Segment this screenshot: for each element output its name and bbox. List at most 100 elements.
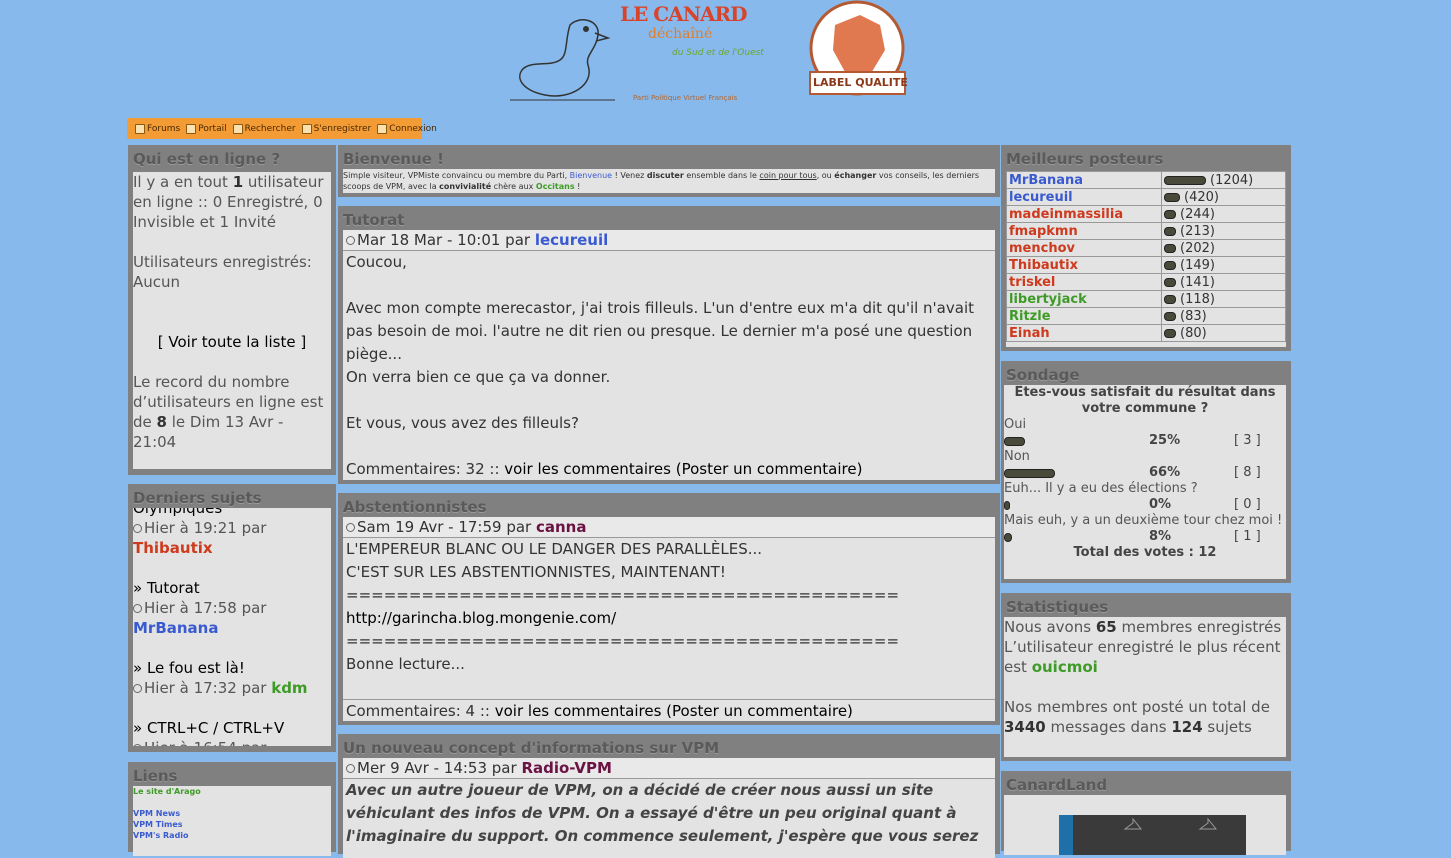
post-comment-link[interactable]: (Poster un commentaire) (676, 460, 863, 478)
poster-row: Ritzle (83) (1006, 307, 1286, 325)
canardland-title: CanardLand (1006, 776, 1108, 794)
top-posters-panel: Meilleurs posteurs MrBanana (1204) lecureu… (1001, 145, 1291, 351)
nav-forums[interactable]: Forums (135, 123, 180, 134)
nav-login[interactable]: Connexion (377, 123, 437, 134)
nav-portail[interactable]: Portail (186, 123, 227, 134)
stats-body: Nous avons 65 membres enregistrés L’util… (1004, 617, 1286, 757)
record-count: 8 (156, 413, 167, 431)
view-comments-link[interactable]: voir les commentaires (504, 460, 671, 478)
poll-question: Êtes-vous satisfait du résultat dans vot… (1014, 385, 1276, 416)
post-line (346, 676, 992, 699)
post-author[interactable]: Radio-VPM (521, 759, 612, 777)
post-meta: Mar 18 Mar - 10:01 par lecureuil (343, 230, 995, 251)
poster-bar-cell: (83) (1161, 307, 1286, 325)
poster-bar (1164, 175, 1206, 185)
clock-icon (346, 764, 355, 773)
poster-bar (1164, 260, 1176, 270)
poll-panel: Sondage Êtes-vous satisfait du résultat … (1001, 361, 1291, 583)
portal-icon (186, 123, 197, 134)
link-item[interactable]: VPM News (133, 808, 331, 819)
poster-row: Einah (80) (1006, 324, 1286, 342)
link-item[interactable]: VPM's Radio (133, 830, 331, 841)
clock-icon (346, 236, 355, 245)
nav-register[interactable]: S'enregistrer (301, 123, 371, 134)
topic-subject[interactable]: » Le fou est là! (133, 658, 331, 678)
welcome-text: Simple visiteur, VPMiste convaincu ou me… (343, 171, 570, 180)
poster-row: MrBanana (1204) (1006, 171, 1286, 189)
recent-topic-item: » Tutorat Hier à 17:58 par MrBanana (133, 558, 331, 638)
post-line[interactable]: http://garincha.blog.mongenie.com/ (346, 607, 992, 630)
canardland-image[interactable] (1059, 815, 1246, 855)
view-comments-link[interactable]: voir les commentaires (495, 702, 662, 720)
poll-percent: 8% (1149, 529, 1172, 544)
poster-bar (1164, 226, 1176, 236)
post-date: Mar 18 Mar - 10:01 par (357, 231, 535, 249)
topic-author[interactable]: MrBanana (133, 618, 331, 638)
poster-name-cell: libertyjack (1006, 290, 1162, 308)
poll-votes: [ 1 ] (1234, 529, 1261, 544)
post-comment-link[interactable]: (Poster un commentaire) (666, 702, 853, 720)
topic-subject[interactable]: » Tutorat (133, 578, 331, 598)
topic-meta: Hier à 17:32 par kdm (133, 678, 331, 698)
welcome-highlight: Occitans (535, 182, 575, 191)
poll-result-row: 0% [ 0 ] (1004, 497, 1286, 513)
poster-bar-cell: (213) (1161, 222, 1286, 240)
poll-option: Euh... Il y a eu des élections ? 0% [ 0 ] (1004, 481, 1286, 513)
comments-count: Commentaires: 4 :: (346, 702, 495, 720)
topic-author[interactable]: Thibautix (133, 538, 331, 558)
logo-region: du Sud et de l'Ouest (672, 48, 764, 58)
poster-name[interactable]: triskel (1009, 275, 1055, 290)
clock-icon (133, 524, 142, 533)
poll-result-row: 25% [ 3 ] (1004, 433, 1286, 449)
poster-bar-cell: (141) (1161, 273, 1286, 291)
welcome-highlight: Bienvenue (569, 171, 613, 180)
poster-bar (1164, 311, 1176, 321)
poster-bar (1164, 243, 1176, 253)
poster-name[interactable]: Einah (1009, 326, 1050, 341)
online-body: Il y a en tout 1 utilisateur en ligne ::… (133, 172, 331, 469)
post-line (346, 389, 992, 412)
poster-name[interactable]: lecureuil (1009, 190, 1073, 205)
clock-icon (346, 523, 355, 532)
online-title: Qui est en ligne ? (133, 150, 281, 168)
poster-count: (83) (1180, 308, 1207, 324)
poster-row: lecureuil (420) (1006, 188, 1286, 206)
poster-name[interactable]: libertyjack (1009, 292, 1087, 307)
link-item[interactable]: Le site d'Arago (133, 786, 331, 797)
poster-bar (1164, 277, 1176, 287)
coin-pour-tous-link[interactable]: coin pour tous (759, 171, 816, 180)
nav-label: Portail (198, 123, 227, 134)
topic-author[interactable]: kdm (271, 679, 307, 697)
poster-name[interactable]: Ritzle (1009, 309, 1051, 324)
poster-count: (1204) (1210, 172, 1254, 188)
poll-votes: [ 0 ] (1234, 497, 1261, 512)
logo-title: LE CANARD (620, 2, 747, 26)
post-author[interactable]: lecureuil (535, 231, 608, 249)
poster-name[interactable]: madeinmassilia (1009, 207, 1123, 222)
post-content: L'EMPEREUR BLANC OU LE DANGER DES PARALL… (343, 538, 995, 699)
poster-count: (141) (1180, 274, 1215, 290)
newest-member-link[interactable]: ouicmoi (1032, 658, 1098, 676)
poster-name[interactable]: MrBanana (1009, 173, 1083, 188)
poll-votes: [ 8 ] (1234, 465, 1261, 480)
clock-icon (133, 744, 142, 746)
topic-subject[interactable]: Olympiques (133, 508, 331, 518)
nav-rechercher[interactable]: Rechercher (232, 123, 296, 134)
poll-option-label: Mais euh, y a un deuxième tour chez moi … (1004, 513, 1283, 528)
poster-name[interactable]: menchov (1009, 241, 1075, 256)
post-line: Coucou, (346, 253, 407, 271)
post-body: Mar 18 Mar - 10:01 par lecureuil Coucou,… (343, 230, 995, 480)
hanger-icon (1198, 817, 1218, 830)
link-item (133, 797, 331, 808)
view-all-link[interactable]: [ Voir toute la liste ] (133, 332, 331, 352)
poll-option: Oui 25% [ 3 ] (1004, 417, 1286, 449)
poll-bar (1004, 469, 1055, 478)
poll-option: Non 66% [ 8 ] (1004, 449, 1286, 481)
poll-bar (1004, 501, 1010, 510)
poster-name[interactable]: Thibautix (1009, 258, 1078, 273)
poster-name[interactable]: fmapkmn (1009, 224, 1078, 239)
link-item[interactable]: VPM Times (133, 819, 331, 830)
post-author[interactable]: canna (536, 518, 587, 536)
poll-title: Sondage (1006, 366, 1080, 384)
topic-subject[interactable]: » CTRL+C / CTRL+V (133, 718, 331, 738)
